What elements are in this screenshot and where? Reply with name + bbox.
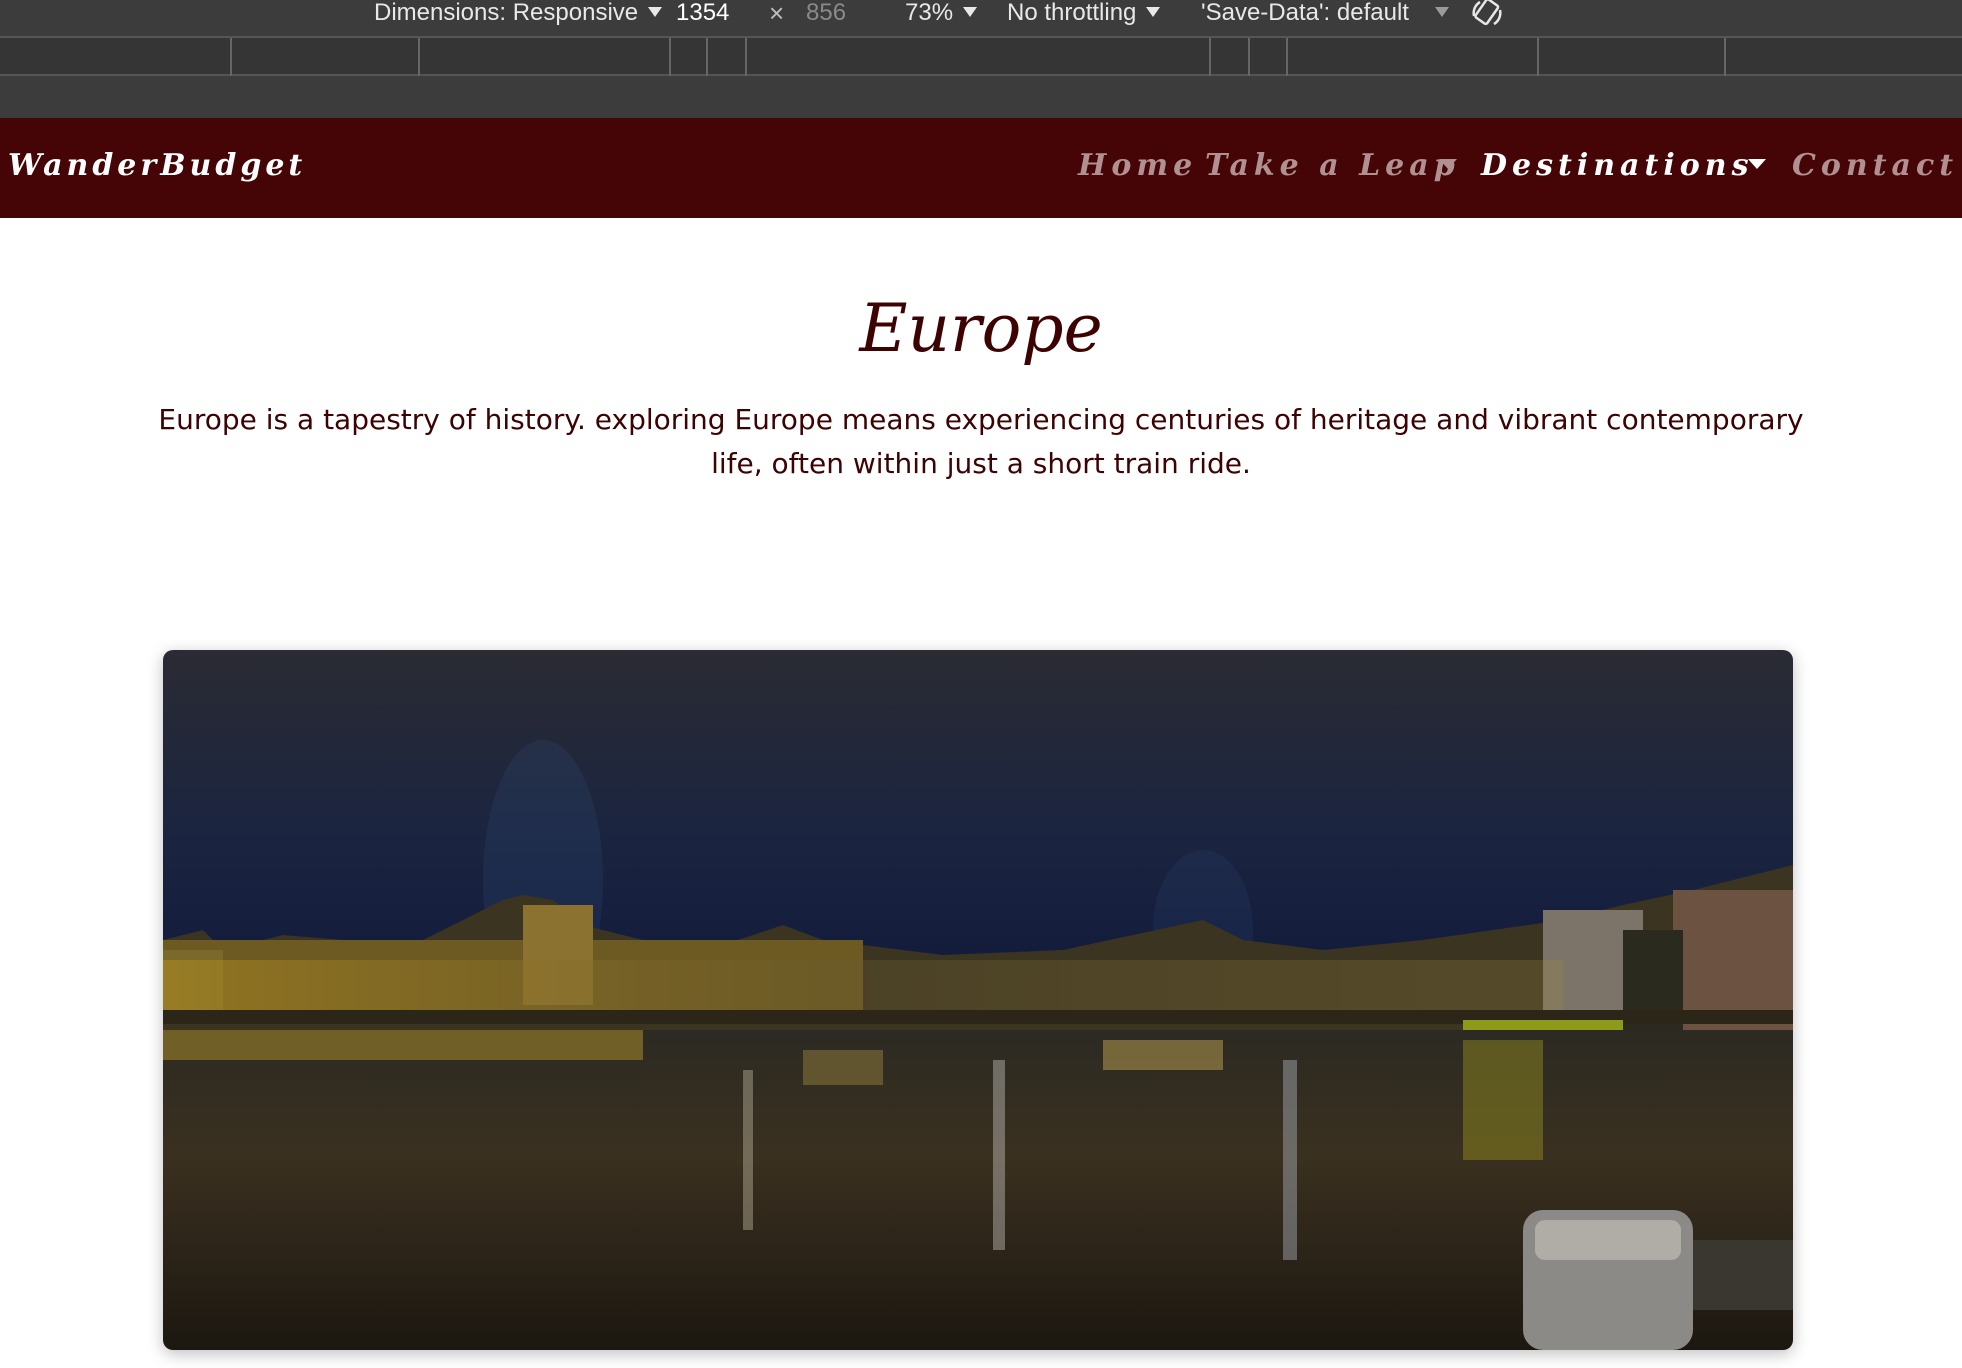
chevron-down-icon (1146, 7, 1161, 18)
dimensions-label: Dimensions: Responsive (374, 0, 639, 26)
ruler-tick (1286, 38, 1288, 76)
ruler-tick (1724, 38, 1726, 76)
ruler-tick (1248, 38, 1250, 76)
device-toolbar-bar: Dimensions: Responsive 1354 × 856 73% No… (0, 0, 1962, 36)
chevron-down-icon (963, 7, 978, 18)
chevron-down-icon (1434, 7, 1449, 18)
save-data-value: 'Save-Data': default (1201, 0, 1409, 26)
media-query-ruler[interactable] (0, 36, 1962, 76)
width-input[interactable]: 1354 (676, 0, 729, 28)
nav-link-contact[interactable]: Contact (1792, 148, 1958, 183)
nav-link-destinations[interactable]: Destinations (1481, 148, 1753, 183)
nav-link-take-a-leap[interactable]: Take a Leap (1205, 148, 1460, 183)
brand-logo[interactable]: WanderBudget (8, 148, 306, 183)
ruler-tick (1537, 38, 1539, 76)
chevron-down-icon (648, 7, 663, 18)
height-input[interactable]: 856 (806, 0, 846, 28)
chevron-down-icon[interactable] (1439, 159, 1457, 169)
chevron-down-icon[interactable] (1748, 159, 1766, 169)
devtools-device-toolbar: Dimensions: Responsive 1354 × 856 73% No… (0, 0, 1962, 118)
ruler-tick (706, 38, 708, 76)
ruler-tick (1209, 38, 1211, 76)
night-river-photo (163, 650, 1793, 1350)
zoom-value: 73% (905, 0, 954, 26)
times-icon: × (769, 0, 785, 28)
rotate-icon[interactable] (1470, 0, 1504, 30)
zoom-dropdown[interactable]: 73% (905, 0, 978, 28)
save-data-dropdown[interactable]: 'Save-Data': default (1201, 0, 1449, 28)
page-title: Europe (859, 290, 1103, 367)
throttling-value: No throttling (1007, 0, 1137, 26)
intro-paragraph: Europe is a tapestry of history. explori… (158, 403, 1804, 480)
nav-link-home[interactable]: Home (1078, 148, 1197, 183)
ruler-tick (230, 38, 232, 76)
ruler-tick (669, 38, 671, 76)
dimensions-dropdown[interactable]: Dimensions: Responsive (374, 0, 663, 28)
ruler-tick (418, 38, 420, 76)
ruler-tick (745, 38, 747, 76)
throttling-dropdown[interactable]: No throttling (1007, 0, 1161, 28)
site-navbar: WanderBudget Home Take a Leap Destinatio… (0, 118, 1962, 218)
hero-photo (163, 650, 1793, 1350)
devtools-spacer (0, 76, 1962, 118)
